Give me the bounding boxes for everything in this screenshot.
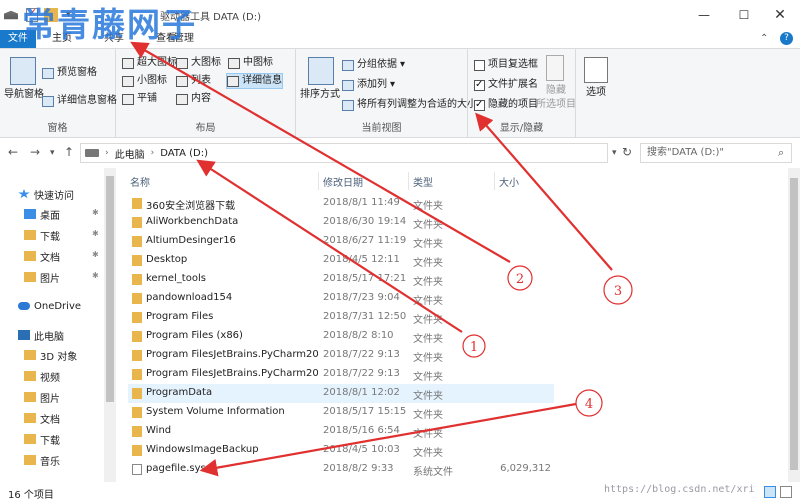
annotation-arrow-2 [130,41,511,263]
annotation-number-2: 2 [516,272,524,287]
annotation-number-3: 3 [614,284,622,299]
annotation-arrow-1 [196,159,463,333]
annotation-arrow-3 [475,112,613,271]
annotation-arrow-4 [199,402,577,477]
tutorial-annotations: 1 2 3 4 [130,41,633,477]
annotation-number-4: 4 [585,397,593,412]
annotation-number-1: 1 [470,340,478,355]
